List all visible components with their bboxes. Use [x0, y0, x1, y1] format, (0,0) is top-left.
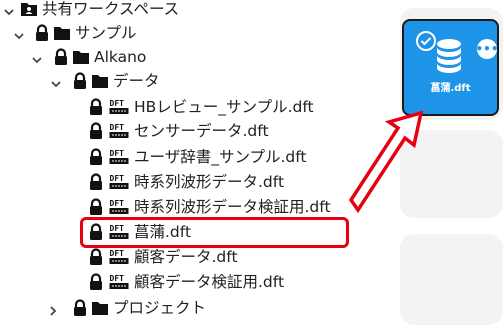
arrow-icon: [348, 110, 424, 214]
